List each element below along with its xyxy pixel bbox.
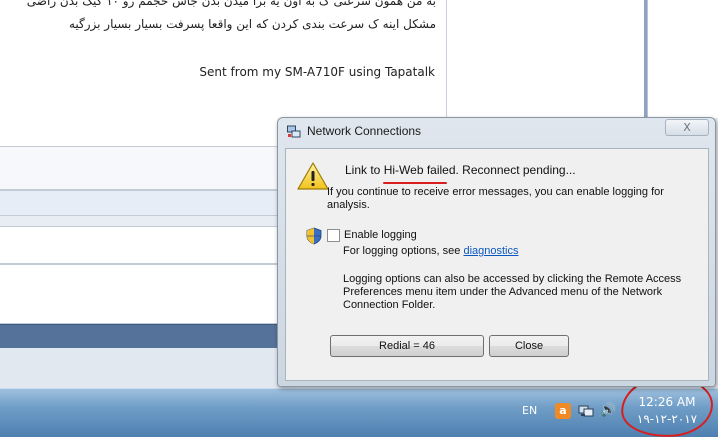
annotation-underline: [383, 182, 447, 184]
volume-icon[interactable]: 🔊: [600, 403, 616, 419]
uac-shield-icon: [306, 227, 322, 245]
warning-icon: [297, 162, 329, 190]
taskbar: EN a 🔊 12:26 AM ۱۹-۱۲-۲۰۱۷: [0, 388, 718, 437]
post-signature: Sent from my SM-A710F using Tapatalk: [199, 65, 435, 79]
network-connections-dialog: Network Connections X Link to Hi-Web fai…: [277, 117, 716, 387]
enable-logging-checkbox[interactable]: [327, 229, 340, 242]
enable-logging-label[interactable]: Enable logging: [344, 229, 417, 241]
error-message-suffix: Reconnect pending...: [458, 163, 576, 177]
post-text-line-1: به من همون سرعتی ک به اون یه برا میدن بد…: [26, 0, 436, 8]
error-message: Link to Hi-Web failed. Reconnect pending…: [345, 163, 576, 177]
diagnostics-link[interactable]: diagnostics: [463, 245, 518, 257]
title-bar[interactable]: Network Connections X: [278, 118, 715, 144]
redial-button[interactable]: Redial = 46: [330, 335, 484, 357]
side-panel: [647, 0, 718, 118]
logging-info-paragraph: Logging options can also be accessed by …: [343, 273, 682, 311]
dialog-content: Link to Hi-Web failed. Reconnect pending…: [285, 148, 709, 381]
close-icon: X: [683, 121, 691, 134]
error-help-text: If you continue to receive error message…: [327, 186, 664, 211]
network-tray-icon[interactable]: [578, 403, 594, 419]
forum-row: [0, 190, 290, 216]
forum-header-bar: [0, 324, 290, 348]
logging-options-prefix: For logging options, see: [343, 245, 464, 257]
forum-row: [0, 146, 290, 190]
dialog-close-button[interactable]: X: [665, 119, 709, 136]
forum-row: [0, 226, 290, 264]
error-message-highlight: Hi-Web failed.: [383, 163, 459, 177]
forum-row: [0, 264, 290, 324]
error-message-prefix: Link to: [345, 163, 384, 177]
language-indicator[interactable]: EN: [522, 404, 537, 417]
dialog-title: Network Connections: [307, 124, 422, 138]
close-button[interactable]: Close: [489, 335, 569, 357]
antivirus-tray-icon[interactable]: a: [555, 403, 571, 419]
logging-options-text: For logging options, see diagnostics: [343, 245, 519, 257]
network-connections-icon: [287, 124, 301, 138]
forum-area: [0, 348, 290, 390]
post-text-line-2: مشکل اینه ک سرعت بندی کردن که این واقعا …: [68, 17, 436, 31]
